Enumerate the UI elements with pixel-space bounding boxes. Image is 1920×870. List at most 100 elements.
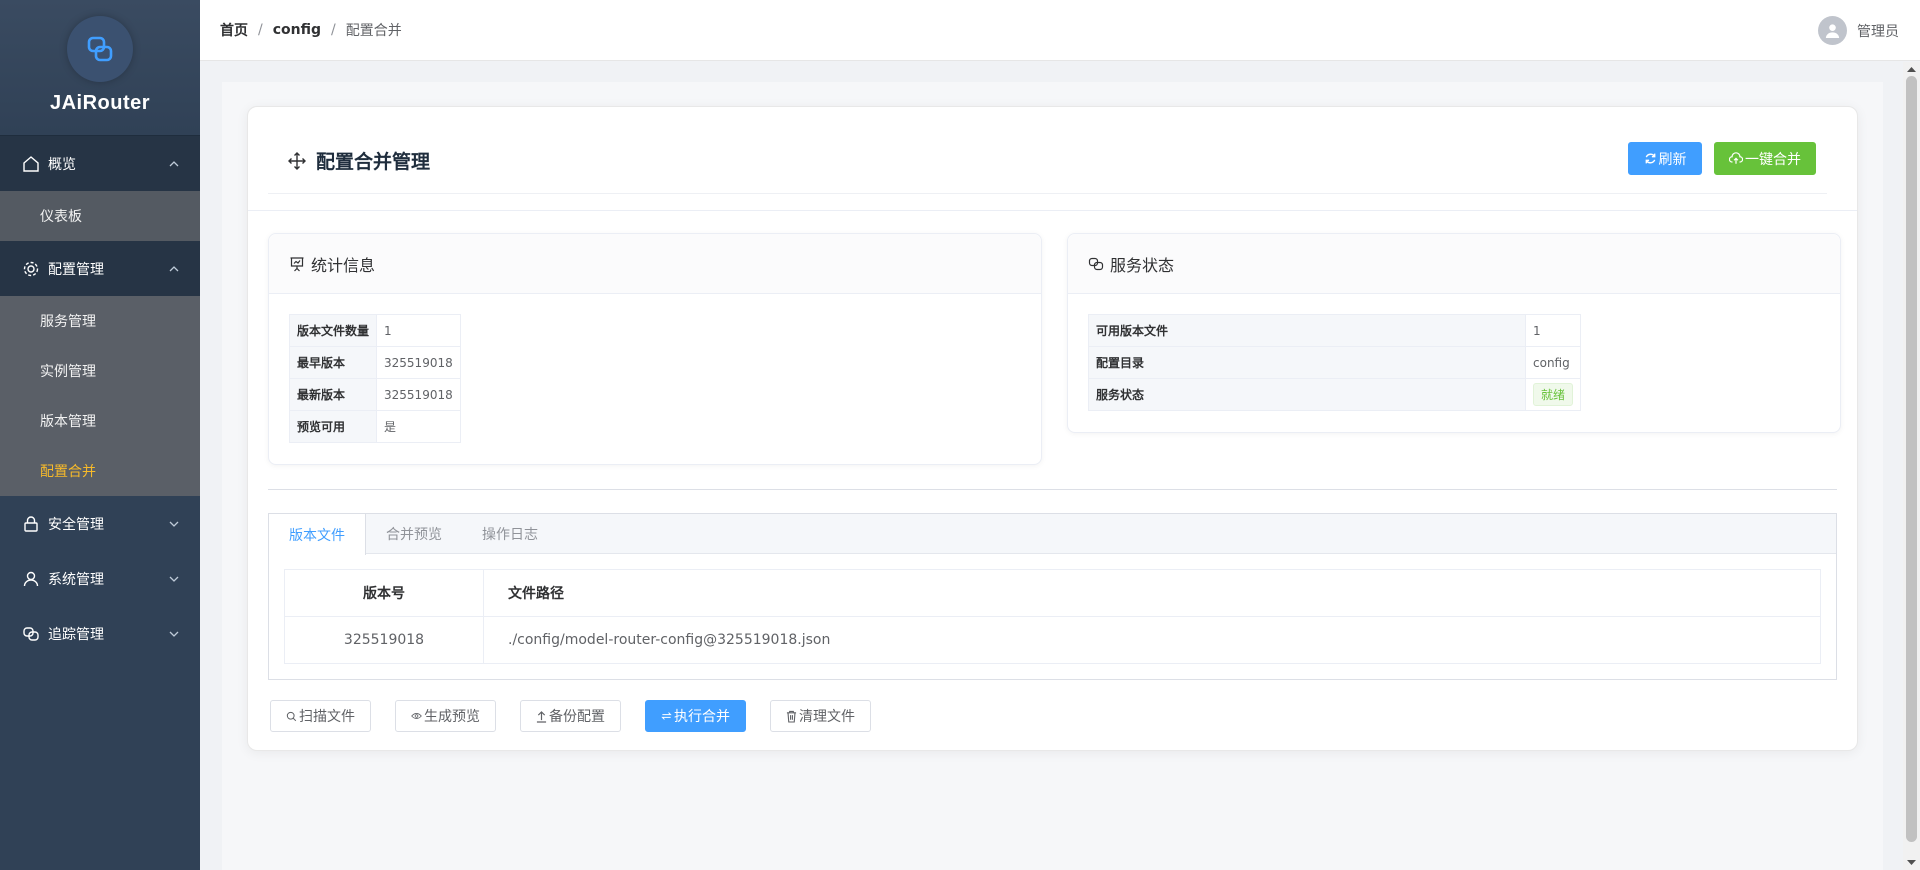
execute-merge-button[interactable]: 执行合并	[645, 700, 746, 732]
table-row: 服务状态 就绪	[1088, 378, 1582, 411]
stats-value: 325519018	[376, 378, 461, 411]
header-divider	[268, 193, 1827, 194]
menu-system-label: 系统管理	[48, 571, 104, 588]
user-name: 管理员	[1857, 23, 1899, 40]
chevron-down-icon	[169, 631, 179, 637]
stats-panel: 统计信息 版本文件数量 1 最早版本 325519018 最新版本 325519018…	[268, 233, 1042, 465]
table-row[interactable]: 325519018 ./config/model-router-config@3…	[284, 616, 1821, 664]
table-row: 可用版本文件 1	[1088, 314, 1582, 347]
menu-system[interactable]: 系统管理	[0, 551, 200, 606]
service-status-cell: 就绪	[1524, 378, 1582, 411]
service-value: 1	[1524, 314, 1582, 347]
app-logo	[67, 16, 133, 82]
stats-key: 最早版本	[288, 346, 378, 379]
section-divider	[268, 489, 1837, 490]
search-icon	[286, 711, 297, 721]
table-row: 预览可用是	[288, 410, 461, 443]
trash-icon	[786, 710, 797, 723]
backup-config-button[interactable]: 备份配置	[520, 700, 621, 732]
upload-icon	[536, 710, 547, 723]
merge-all-button[interactable]: 一键合并	[1714, 142, 1816, 175]
stats-table: 版本文件数量 1 最早版本 325519018 最新版本 325519018 预览可用…	[288, 314, 461, 443]
cloud-upload-icon	[1729, 152, 1743, 164]
stats-value: 325519018	[376, 346, 461, 379]
chevron-up-icon	[169, 160, 179, 166]
sidebar: JAiRouter 概览 仪表板 配置管理 服务管理 实例管理 版本管理 配置合…	[0, 0, 200, 870]
service-status-table: 可用版本文件 1 配置目录 config 服务状态 就绪	[1088, 314, 1582, 411]
breadcrumb-config[interactable]: config	[273, 22, 321, 38]
avatar	[1818, 16, 1847, 45]
stats-key: 预览可用	[288, 410, 378, 443]
breadcrumb-separator: /	[331, 22, 336, 38]
stats-panel-title: 统计信息	[311, 255, 376, 275]
scroll-down-arrow-icon[interactable]	[1903, 856, 1920, 870]
user-avatar-icon	[1825, 24, 1840, 39]
service-status-panel: 服务状态 可用版本文件 1 配置目录 config 服务状态 就绪	[1067, 233, 1841, 433]
breadcrumb: 首页 / config / 配置合并	[220, 20, 402, 40]
scan-files-label: 扫描文件	[299, 709, 355, 725]
config-merge-card: 配置合并管理 刷新 一键合并 统计信息 版本文件数量 1 最早版本 32551901…	[247, 106, 1858, 751]
card-header: 配置合并管理 刷新 一键合并	[248, 107, 1857, 211]
stats-key: 最新版本	[288, 378, 378, 411]
tab-merge-preview[interactable]: 合并预览	[366, 514, 462, 554]
scrollbar-thumb[interactable]	[1906, 76, 1917, 842]
table-row: 最新版本 325519018	[288, 378, 461, 411]
top-header: 首页 / config / 配置合并 管理员	[200, 0, 1920, 61]
presentation-icon	[290, 256, 304, 271]
tab-bar: 版本文件 合并预览 操作日志	[269, 514, 1836, 555]
app-name: JAiRouter	[49, 92, 151, 114]
menu-tracing[interactable]: 追踪管理	[0, 606, 200, 661]
stats-panel-header: 统计信息	[269, 234, 1041, 294]
breadcrumb-home[interactable]: 首页	[220, 20, 248, 40]
chevron-down-icon	[169, 576, 179, 582]
sidebar-item-config-merge[interactable]: 配置合并	[0, 446, 200, 496]
file-tabs: 版本文件 合并预览 操作日志 版本号 文件路径 325519018 ./conf…	[268, 513, 1837, 680]
generate-preview-button[interactable]: 生成预览	[395, 700, 496, 732]
column-header-path: 文件路径	[483, 569, 1821, 617]
menu-config[interactable]: 配置管理	[0, 241, 200, 296]
table-row: 配置目录 config	[1088, 346, 1582, 379]
status-badge: 就绪	[1533, 383, 1574, 406]
table-row: 版本文件数量 1	[288, 314, 461, 347]
merge-all-button-label: 一键合并	[1745, 151, 1801, 168]
chevron-up-icon	[169, 265, 179, 271]
user-menu[interactable]: 管理员	[1818, 16, 1899, 45]
tab-operation-log[interactable]: 操作日志	[462, 514, 558, 554]
menu-overview-label: 概览	[48, 156, 76, 173]
eye-icon	[411, 713, 422, 719]
page-title-text: 配置合并管理	[316, 151, 431, 173]
clean-files-label: 清理文件	[799, 709, 855, 725]
menu-tracing-label: 追踪管理	[48, 626, 104, 643]
gear-icon	[23, 261, 39, 276]
service-key: 可用版本文件	[1088, 314, 1526, 347]
table-row: 最早版本 325519018	[288, 346, 461, 379]
stats-value: 1	[376, 314, 461, 347]
clean-files-button[interactable]: 清理文件	[770, 700, 871, 732]
user-icon	[23, 571, 39, 586]
scrollbar[interactable]	[1903, 62, 1920, 870]
home-icon	[23, 155, 39, 172]
main-content: 配置合并管理 刷新 一键合并 统计信息 版本文件数量 1 最早版本 32551901…	[222, 82, 1883, 870]
menu-security[interactable]: 安全管理	[0, 496, 200, 551]
scan-files-button[interactable]: 扫描文件	[270, 700, 371, 732]
page-title: 配置合并管理	[288, 147, 430, 174]
generate-preview-label: 生成预览	[424, 709, 480, 725]
menu-config-label: 配置管理	[48, 261, 104, 278]
tab-version-files[interactable]: 版本文件	[269, 514, 366, 555]
sidebar-item-services[interactable]: 服务管理	[0, 296, 200, 346]
breadcrumb-separator: /	[258, 22, 263, 38]
refresh-icon	[1645, 153, 1655, 164]
menu-security-label: 安全管理	[48, 516, 104, 533]
stats-value: 是	[376, 410, 461, 443]
sidebar-item-dashboard[interactable]: 仪表板	[0, 191, 200, 241]
column-header-version: 版本号	[284, 569, 484, 617]
chevron-down-icon	[169, 521, 179, 527]
sidebar-item-versions[interactable]: 版本管理	[0, 396, 200, 446]
stats-key: 版本文件数量	[288, 314, 378, 347]
path-cell: ./config/model-router-config@325519018.j…	[508, 632, 831, 648]
refresh-button[interactable]: 刷新	[1628, 142, 1702, 175]
backup-config-label: 备份配置	[549, 709, 605, 725]
menu-overview[interactable]: 概览	[0, 136, 200, 191]
sidebar-item-instances[interactable]: 实例管理	[0, 346, 200, 396]
scroll-up-arrow-icon[interactable]	[1903, 62, 1920, 76]
